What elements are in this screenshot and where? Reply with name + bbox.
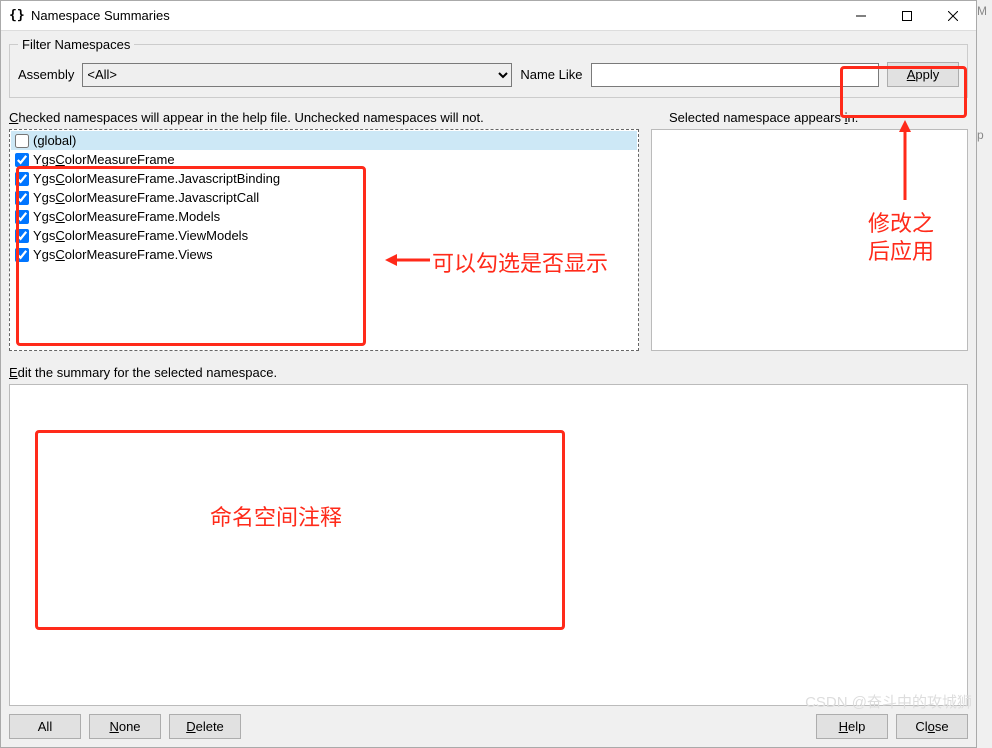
namespace-checkbox[interactable] <box>15 153 29 167</box>
filter-row: Assembly <All> Name Like Apply <box>18 62 959 87</box>
apply-button[interactable]: Apply <box>887 62 959 87</box>
minimize-button[interactable] <box>838 1 884 30</box>
summary-editor[interactable] <box>9 384 968 706</box>
list-item[interactable]: YgsColorMeasureFrame.JavascriptCall <box>11 188 637 207</box>
namespace-list[interactable]: (global) YgsColorMeasureFrame YgsColorMeas… <box>9 129 639 351</box>
list-headers: Checked namespaces will appear in the he… <box>9 110 968 125</box>
window: {} Namespace Summaries Filter Namespaces… <box>0 0 977 748</box>
selected-hint: Selected namespace appears in: <box>669 110 968 125</box>
close-button[interactable] <box>930 1 976 30</box>
namespace-label: YgsColorMeasureFrame.Views <box>33 247 213 262</box>
namespace-label: YgsColorMeasureFrame.JavascriptCall <box>33 190 259 205</box>
titlebar: {} Namespace Summaries <box>1 1 976 31</box>
list-item[interactable]: YgsColorMeasureFrame.JavascriptBinding <box>11 169 637 188</box>
filter-legend: Filter Namespaces <box>18 37 134 52</box>
namespace-label: YgsColorMeasureFrame <box>33 152 175 167</box>
namespace-label: YgsColorMeasureFrame.ViewModels <box>33 228 248 243</box>
maximize-button[interactable] <box>884 1 930 30</box>
maximize-icon <box>902 11 912 21</box>
list-item[interactable]: YgsColorMeasureFrame <box>11 150 637 169</box>
assembly-select[interactable]: <All> <box>82 63 512 87</box>
close-dialog-button[interactable]: Close <box>896 714 968 739</box>
namespace-checkbox[interactable] <box>15 210 29 224</box>
assembly-label: Assembly <box>18 67 74 82</box>
namelike-label: Name Like <box>520 67 582 82</box>
namespace-checkbox[interactable] <box>15 134 29 148</box>
help-button[interactable]: Help <box>816 714 888 739</box>
namespace-label: YgsColorMeasureFrame.JavascriptBinding <box>33 171 280 186</box>
bottom-buttons: All None Delete Help Close <box>9 714 968 739</box>
namespace-checkbox[interactable] <box>15 229 29 243</box>
window-title: Namespace Summaries <box>31 8 838 23</box>
list-item[interactable]: YgsColorMeasureFrame.Models <box>11 207 637 226</box>
namespace-label: YgsColorMeasureFrame.Models <box>33 209 220 224</box>
list-item[interactable]: YgsColorMeasureFrame.ViewModels <box>11 226 637 245</box>
content: Filter Namespaces Assembly <All> Name Li… <box>1 31 976 747</box>
namelike-input[interactable] <box>591 63 880 87</box>
window-controls <box>838 1 976 30</box>
delete-button[interactable]: Delete <box>169 714 241 739</box>
close-icon <box>948 11 958 21</box>
filter-group: Filter Namespaces Assembly <All> Name Li… <box>9 37 968 98</box>
appears-in-box <box>651 129 968 351</box>
columns: (global) YgsColorMeasureFrame YgsColorMeas… <box>9 129 968 351</box>
app-icon: {} <box>9 8 25 24</box>
none-button[interactable]: None <box>89 714 161 739</box>
cropped-edge: M p <box>977 0 990 142</box>
namespace-label: (global) <box>33 133 76 148</box>
list-item[interactable]: (global) <box>11 131 637 150</box>
minimize-icon <box>856 11 866 21</box>
namespace-checkbox[interactable] <box>15 248 29 262</box>
all-button[interactable]: All <box>9 714 81 739</box>
namespace-checkbox[interactable] <box>15 191 29 205</box>
checked-hint: Checked namespaces will appear in the he… <box>9 110 649 125</box>
namespace-checkbox[interactable] <box>15 172 29 186</box>
list-item[interactable]: YgsColorMeasureFrame.Views <box>11 245 637 264</box>
edit-summary-label: Edit the summary for the selected namesp… <box>9 365 968 380</box>
